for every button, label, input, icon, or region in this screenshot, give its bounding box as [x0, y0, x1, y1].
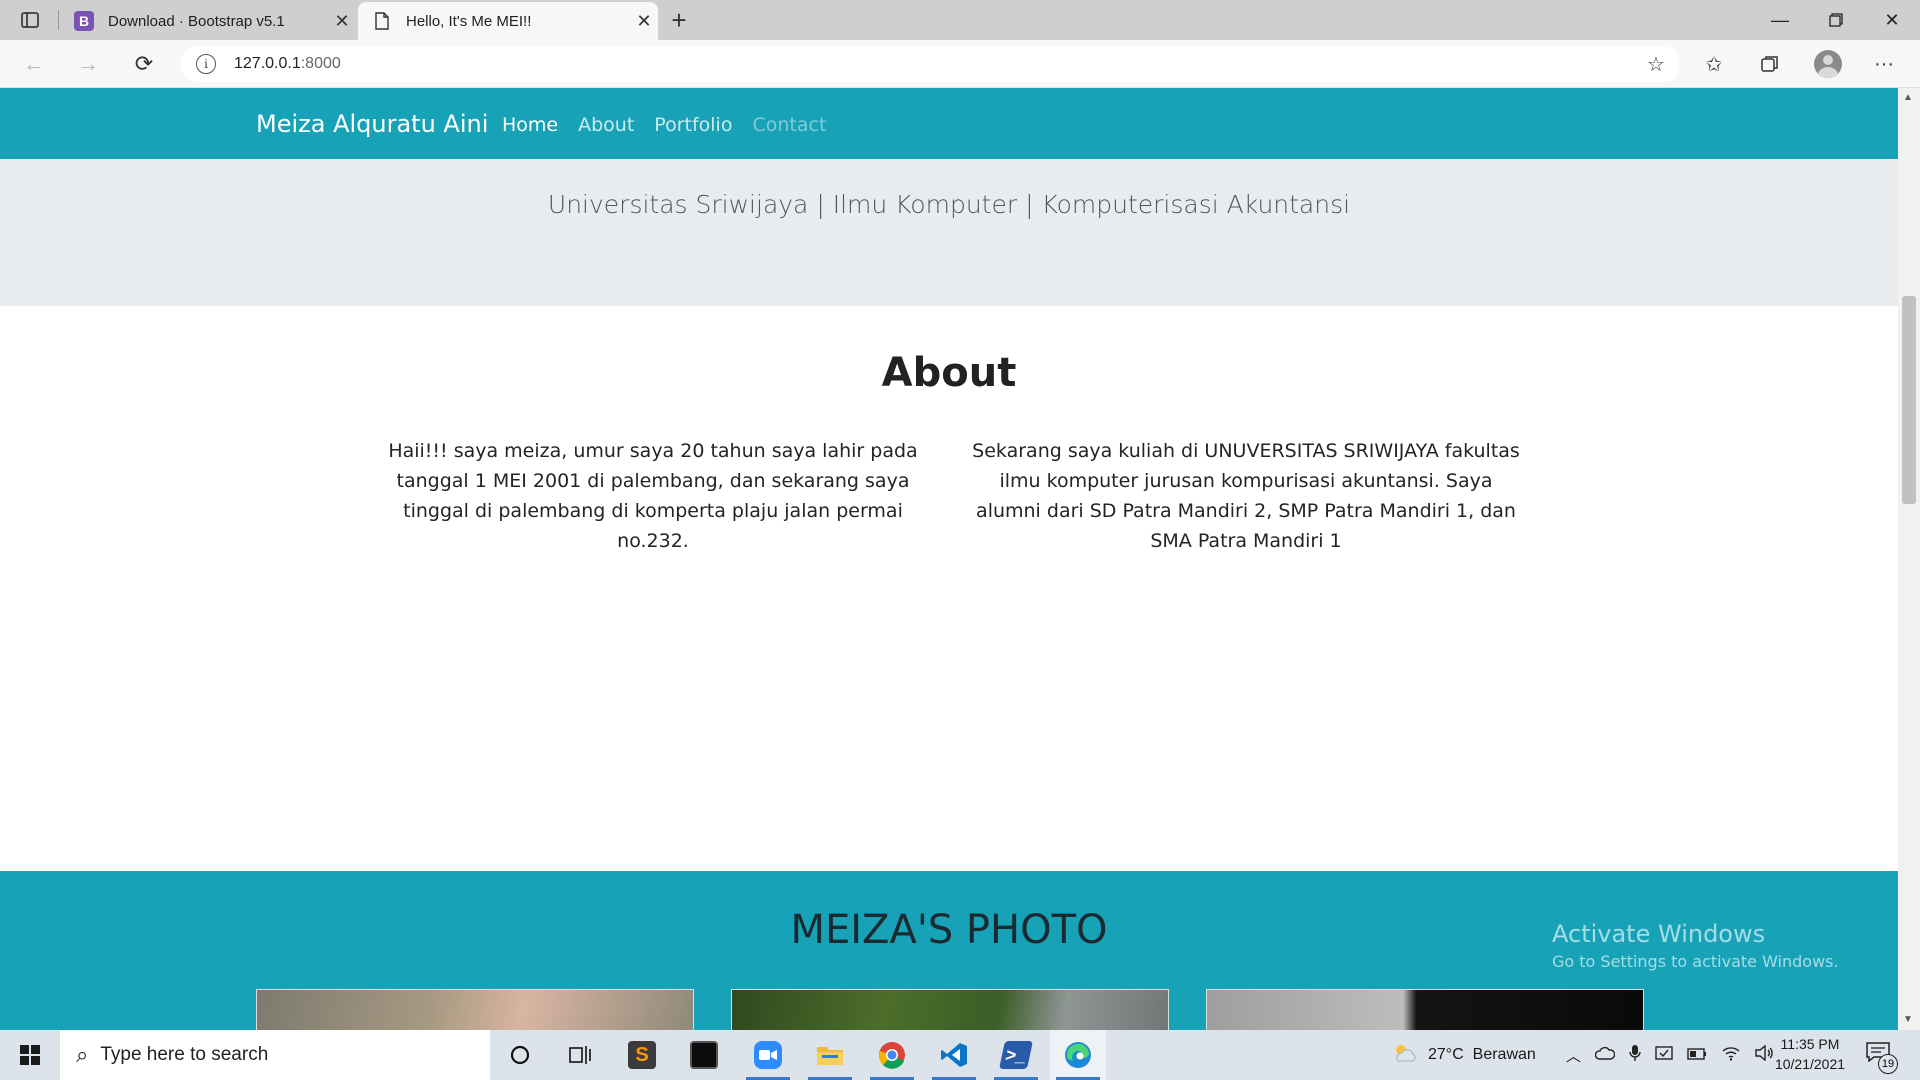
- microphone-icon[interactable]: [1629, 1044, 1641, 1066]
- system-tray: ︿: [1566, 1030, 1775, 1080]
- navbar-links: Home About Portfolio Contact: [502, 114, 826, 136]
- close-icon[interactable]: ✕: [630, 11, 658, 32]
- start-button[interactable]: [0, 1030, 60, 1080]
- scroll-up-icon[interactable]: ▲: [1903, 92, 1913, 103]
- close-window-icon[interactable]: ✕: [1864, 0, 1920, 40]
- about-paragraph-left: Haii!!! saya meiza, umur saya 20 tahun s…: [388, 440, 918, 552]
- nav-link-portfolio[interactable]: Portfolio: [654, 114, 732, 136]
- page-icon: [372, 11, 392, 31]
- address-bar[interactable]: i 127.0.0.1:8000: [180, 46, 1680, 82]
- more-icon[interactable]: ···: [1866, 48, 1902, 80]
- site-info-icon[interactable]: i: [196, 54, 216, 74]
- back-icon[interactable]: ←: [16, 48, 52, 80]
- terminal-icon[interactable]: [676, 1030, 732, 1080]
- nav-link-home[interactable]: Home: [502, 114, 558, 136]
- zoom-icon[interactable]: [740, 1030, 796, 1080]
- jumbotron-lead: Universitas Sriwijaya | Ilmu Komputer | …: [547, 190, 1351, 219]
- refresh-icon[interactable]: ⟳: [126, 48, 162, 80]
- notification-icon[interactable]: 19: [1866, 1042, 1898, 1074]
- tab-separator: [58, 10, 59, 30]
- browser-tab-bar: B Download · Bootstrap v5.1 ✕ Hello, It'…: [0, 0, 1920, 40]
- notification-badge: 19: [1878, 1054, 1898, 1074]
- address-toolbar: ← → ⟳ i 127.0.0.1:8000 ☆ ✩ ···: [0, 40, 1920, 88]
- weather-text: 27°C Berawan: [1428, 1046, 1536, 1063]
- profile-avatar[interactable]: [1810, 48, 1846, 80]
- tab-actions-icon[interactable]: [16, 8, 44, 32]
- weather-icon: [1392, 1042, 1418, 1069]
- scroll-down-icon[interactable]: ▼: [1903, 1014, 1913, 1025]
- tab-title: Download · Bootstrap v5.1: [108, 12, 285, 30]
- site-navbar: Meiza Alquratu Aini Home About Portfolio…: [0, 88, 1898, 159]
- scrollbar-thumb[interactable]: [1902, 296, 1916, 504]
- edge-icon[interactable]: [1050, 1030, 1106, 1080]
- add-favorite-icon[interactable]: ☆: [1638, 48, 1674, 80]
- task-view-icon[interactable]: [552, 1030, 608, 1080]
- tab-hello[interactable]: Hello, It's Me MEI!! ✕: [358, 2, 658, 40]
- bootstrap-icon: B: [74, 11, 94, 31]
- chevron-up-icon[interactable]: ︿: [1566, 1045, 1581, 1066]
- navbar-brand[interactable]: Meiza Alquratu Aini: [256, 110, 488, 138]
- wifi-icon[interactable]: [1721, 1045, 1741, 1065]
- taskbar-clock[interactable]: 11:35 PM 10/21/2021: [1770, 1034, 1850, 1074]
- nav-link-about[interactable]: About: [578, 114, 634, 136]
- minimize-icon[interactable]: —: [1752, 0, 1808, 40]
- about-paragraph-right: Sekarang saya kuliah di UNUVERSITAS SRIW…: [972, 440, 1520, 552]
- powershell-icon[interactable]: >_: [988, 1030, 1044, 1080]
- search-icon: ⌕: [76, 1042, 89, 1067]
- sublime-text-icon[interactable]: S: [614, 1030, 670, 1080]
- search-placeholder: Type here to search: [100, 1044, 269, 1065]
- new-tab-icon[interactable]: +: [665, 5, 693, 35]
- cortana-icon[interactable]: [492, 1030, 548, 1080]
- activate-windows-watermark: Activate Windows Go to Settings to activ…: [1552, 920, 1839, 971]
- tab-bootstrap[interactable]: B Download · Bootstrap v5.1 ✕: [60, 2, 356, 40]
- close-icon[interactable]: ✕: [328, 11, 356, 32]
- file-explorer-icon[interactable]: [802, 1030, 858, 1080]
- page-scrollbar[interactable]: ▲ ▼: [1898, 88, 1920, 1030]
- photo-card-3[interactable]: [1206, 989, 1644, 1030]
- photo-card-1[interactable]: [256, 989, 694, 1030]
- forward-icon[interactable]: →: [70, 48, 106, 80]
- battery-icon[interactable]: [1687, 1047, 1707, 1064]
- url-text: 127.0.0.1:8000: [234, 55, 341, 72]
- windows-taskbar: ⌕ Type here to search S >_ 27°C Berawan: [0, 1030, 1920, 1080]
- favorites-icon[interactable]: ✩: [1696, 48, 1732, 80]
- about-heading: About: [881, 350, 1017, 396]
- clock-time: 11:35 PM: [1780, 1036, 1840, 1052]
- onedrive-icon[interactable]: [1594, 1046, 1616, 1064]
- photo-card-2[interactable]: [731, 989, 1169, 1030]
- windows-icon: [20, 1045, 40, 1065]
- security-icon[interactable]: [1655, 1044, 1673, 1066]
- restore-icon[interactable]: [1808, 0, 1864, 40]
- vscode-icon[interactable]: [926, 1030, 982, 1080]
- chrome-icon[interactable]: [864, 1030, 920, 1080]
- page-viewport: Universitas Sriwijaya | Ilmu Komputer | …: [0, 88, 1898, 1030]
- tab-title: Hello, It's Me MEI!!: [406, 12, 532, 30]
- weather-widget[interactable]: 27°C Berawan: [1392, 1030, 1536, 1080]
- jumbotron: [0, 153, 1898, 306]
- clock-date: 10/21/2021: [1774, 1056, 1846, 1072]
- nav-link-contact[interactable]: Contact: [752, 114, 826, 136]
- collections-icon[interactable]: [1752, 48, 1788, 80]
- taskbar-search[interactable]: ⌕ Type here to search: [60, 1030, 490, 1080]
